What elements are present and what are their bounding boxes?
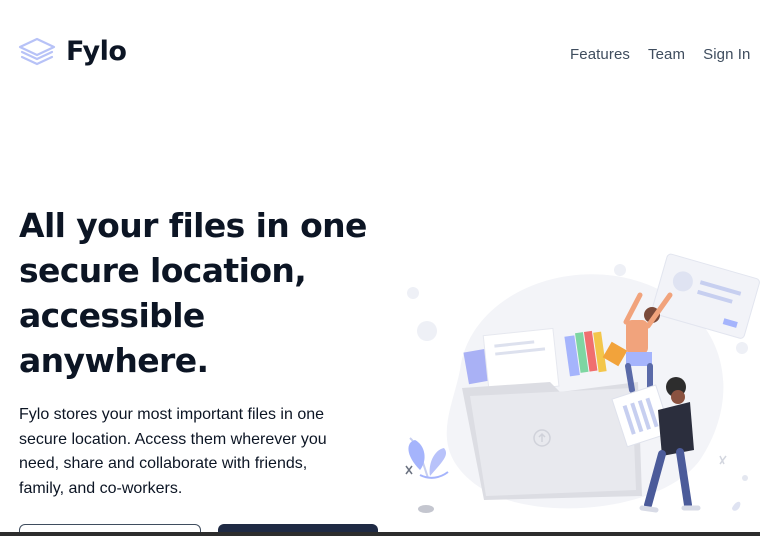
hero-title: All your files in one secure location, a… <box>19 206 367 380</box>
hero-illustration <box>400 250 760 532</box>
site-header: Fylo Features Team Sign In <box>0 0 760 110</box>
nav-link-features[interactable]: Features <box>570 46 630 63</box>
nav-link-team[interactable]: Team <box>648 46 685 63</box>
main-nav: Features Team Sign In <box>570 46 751 63</box>
layers-icon <box>18 37 56 67</box>
logo[interactable]: Fylo <box>18 36 127 67</box>
bottom-bar <box>0 532 760 536</box>
brand-name: Fylo <box>66 36 127 67</box>
nav-link-sign-in[interactable]: Sign In <box>703 46 750 63</box>
hero-description: Fylo stores your most important files in… <box>19 406 327 497</box>
